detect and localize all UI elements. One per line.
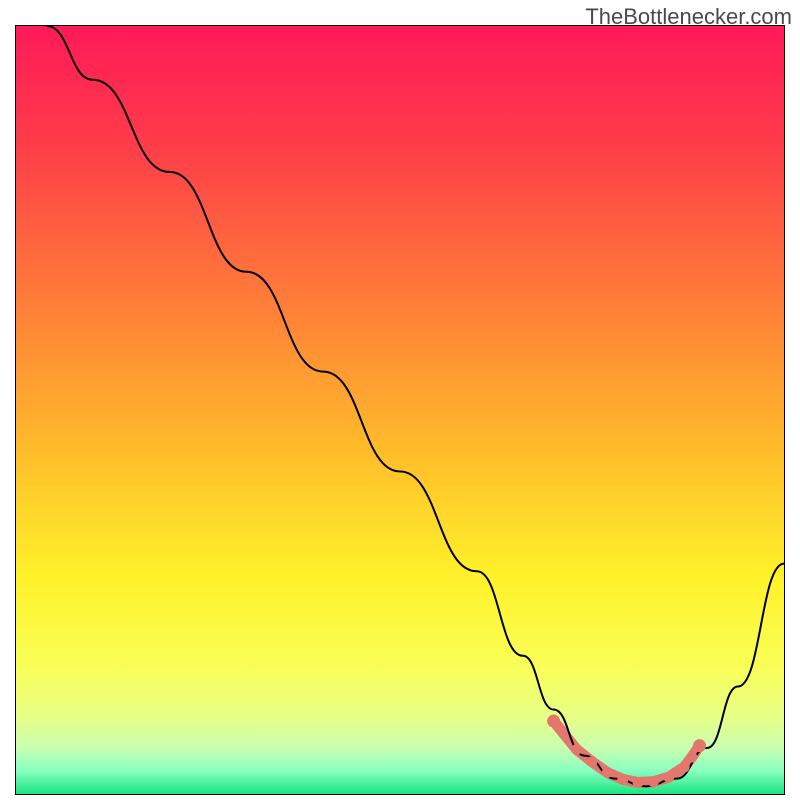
optimal-zone-point xyxy=(571,744,582,755)
optimal-zone-point xyxy=(547,715,560,728)
optimal-zone-point xyxy=(602,767,613,778)
optimal-zone-point xyxy=(633,777,644,788)
chart-svg xyxy=(16,26,784,794)
plot-area xyxy=(15,25,785,795)
optimal-zone-point xyxy=(587,756,598,767)
watermark-text: TheBottlenecker.com xyxy=(585,4,792,30)
chart-container: TheBottlenecker.com xyxy=(0,0,800,800)
optimal-zone-point xyxy=(648,776,659,787)
optimal-zone-point xyxy=(679,762,690,773)
gradient-background xyxy=(16,26,784,794)
optimal-zone-point xyxy=(617,774,628,785)
optimal-zone-point xyxy=(686,752,697,763)
optimal-zone-point xyxy=(663,772,674,783)
optimal-zone-point xyxy=(693,739,706,752)
